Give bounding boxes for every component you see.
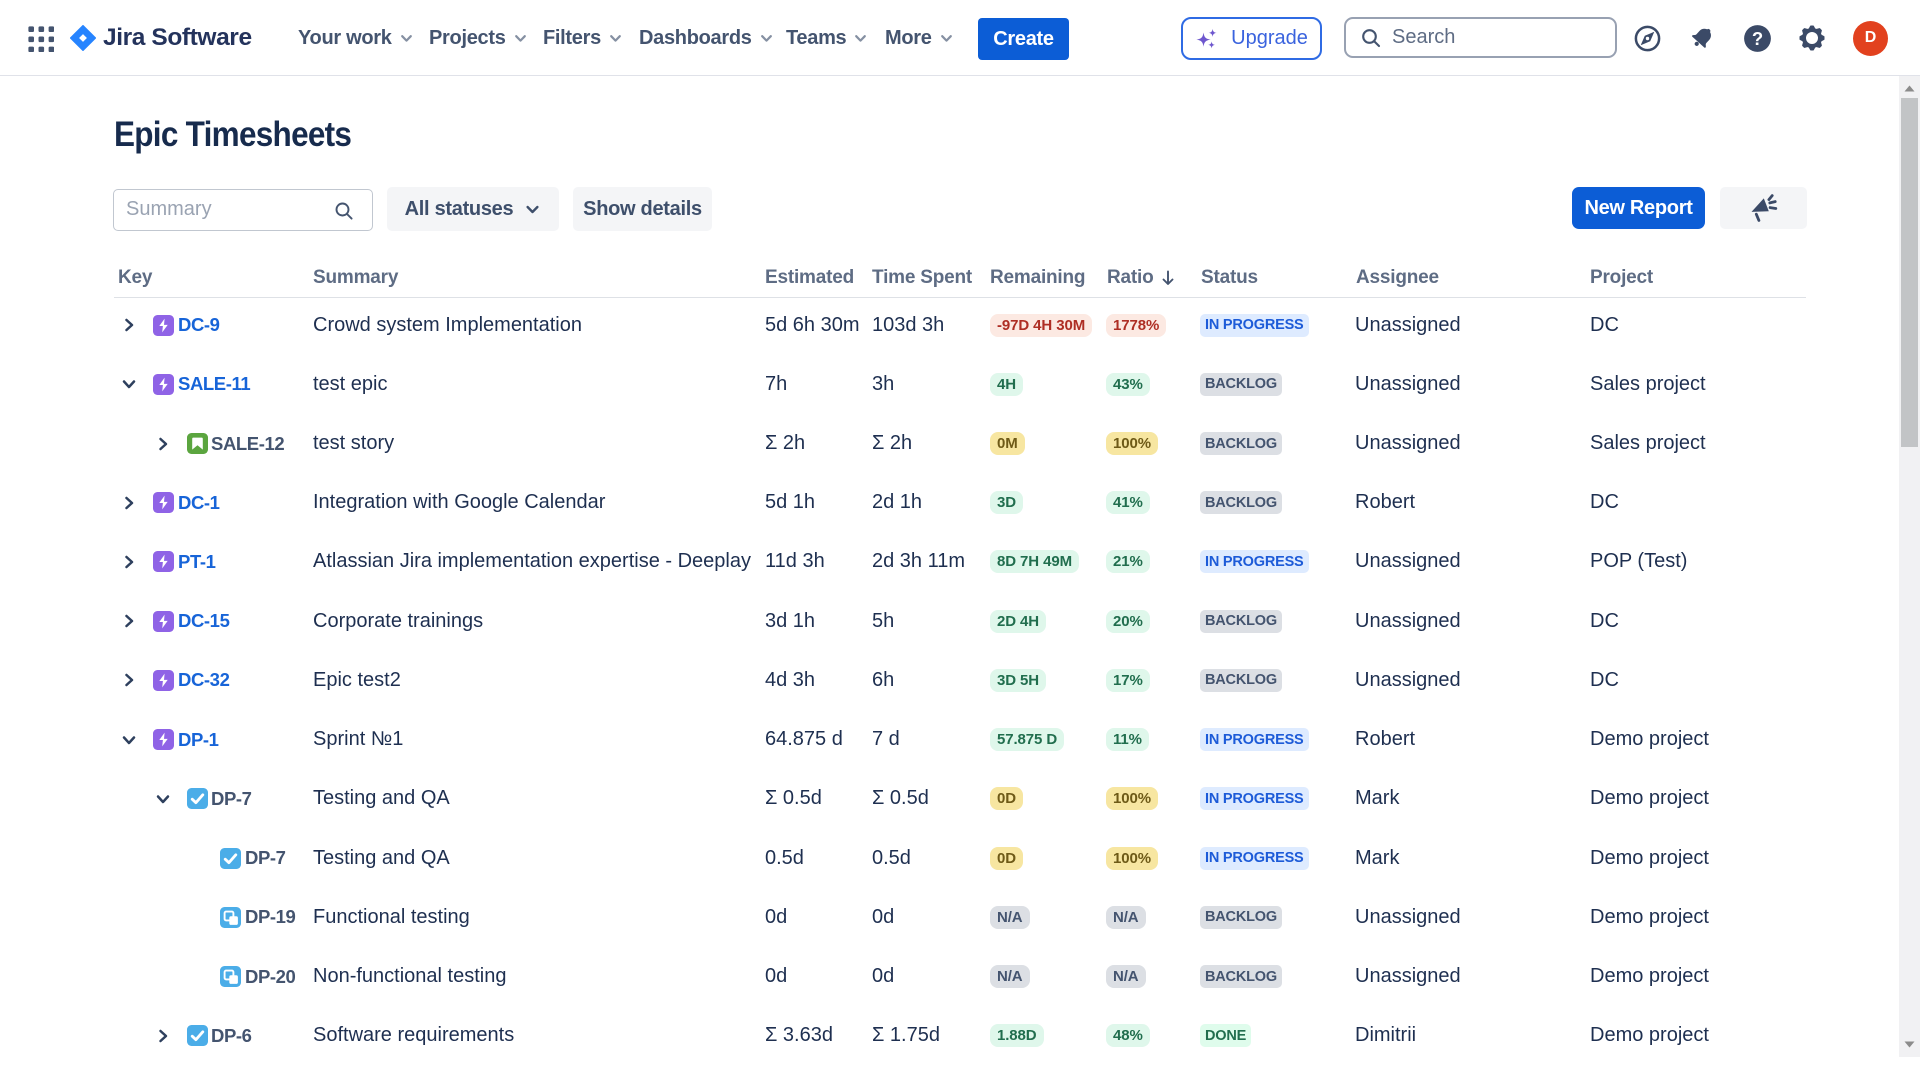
svg-text:?: ? [1752,28,1763,49]
